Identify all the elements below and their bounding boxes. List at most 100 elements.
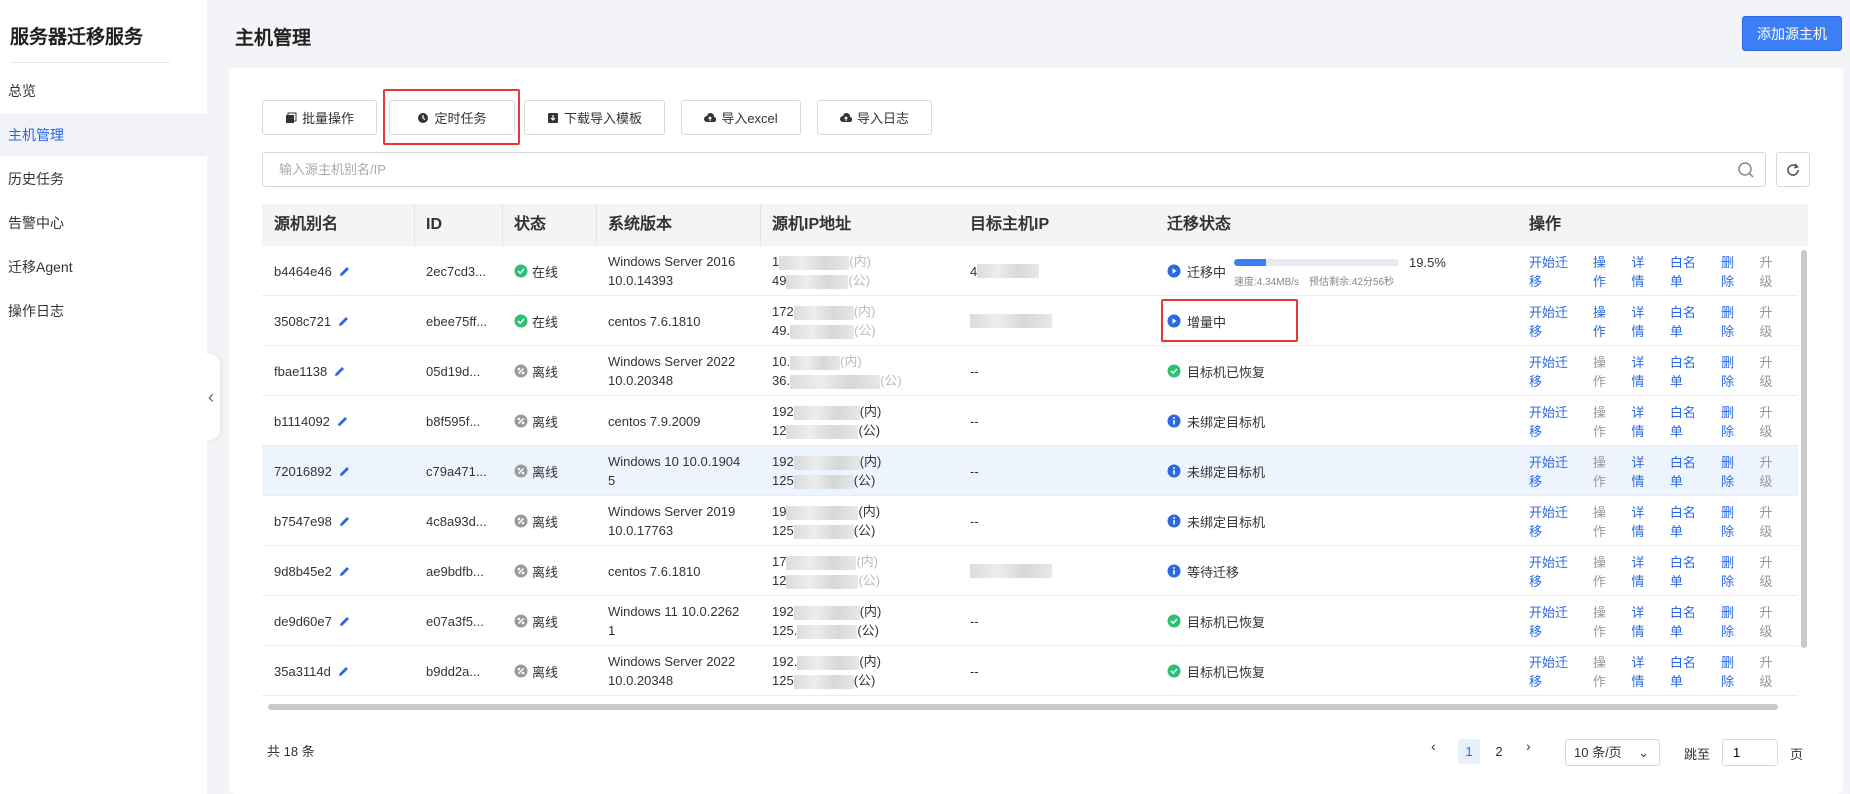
private-ip-suffix: (内)	[859, 654, 881, 669]
details-link[interactable]: 详情	[1631, 552, 1656, 590]
whitelist-link[interactable]: 白名单	[1670, 252, 1708, 290]
delete-link[interactable]: 删除	[1721, 352, 1746, 390]
upgrade-link[interactable]: 升级	[1760, 452, 1785, 490]
edit-icon[interactable]	[338, 615, 351, 628]
operation-link[interactable]: 操作	[1593, 552, 1618, 590]
details-link[interactable]: 详情	[1631, 602, 1656, 640]
target-ip: --	[970, 363, 979, 379]
sidebar-item-migration-agent[interactable]: 迁移Agent	[0, 246, 207, 288]
prev-page-button[interactable]: ‹	[1431, 738, 1436, 754]
upgrade-link[interactable]: 升级	[1760, 252, 1785, 290]
status-cell: 离线	[514, 446, 558, 496]
delete-link[interactable]: 删除	[1721, 252, 1746, 290]
details-link[interactable]: 详情	[1631, 302, 1656, 340]
edit-icon[interactable]	[333, 365, 346, 378]
jump-page-input[interactable]	[1722, 739, 1778, 766]
delete-link[interactable]: 删除	[1721, 652, 1746, 690]
whitelist-link[interactable]: 白名单	[1670, 552, 1708, 590]
page-size-select[interactable]: 10 条/页 ⌄	[1565, 739, 1660, 766]
details-link[interactable]: 详情	[1631, 352, 1656, 390]
add-source-host-button[interactable]: 添加源主机	[1742, 16, 1842, 51]
offline-link-icon	[514, 564, 528, 578]
delete-link[interactable]: 删除	[1721, 302, 1746, 340]
progress-percent: 19.5%	[1409, 254, 1446, 270]
delete-link[interactable]: 删除	[1721, 402, 1746, 440]
edit-icon[interactable]	[336, 415, 349, 428]
os-cell: Windows Server 2022 10.0.20348	[608, 346, 735, 396]
operation-link[interactable]: 操作	[1593, 602, 1618, 640]
sidebar-collapse-button[interactable]: ‹	[202, 354, 220, 440]
details-link[interactable]: 详情	[1631, 402, 1656, 440]
delete-link[interactable]: 删除	[1721, 452, 1746, 490]
whitelist-link[interactable]: 白名单	[1670, 452, 1708, 490]
host-alias: b4464e46	[274, 263, 332, 279]
upgrade-link[interactable]: 升级	[1760, 552, 1785, 590]
upgrade-link[interactable]: 升级	[1760, 402, 1785, 440]
delete-link[interactable]: 删除	[1721, 502, 1746, 540]
delete-link[interactable]: 删除	[1721, 602, 1746, 640]
upgrade-link[interactable]: 升级	[1760, 502, 1785, 540]
start-migration-link[interactable]: 开始迁移	[1529, 402, 1580, 440]
sidebar: 服务器迁移服务 总览 主机管理 历史任务 告警中心 迁移Agent 操作日志	[0, 0, 207, 794]
table-row: b7547e98 4c8a93d... 离线 Windows Server 20…	[262, 496, 1798, 546]
download-template-button[interactable]: 下载导入模板	[524, 100, 665, 135]
sidebar-item-history-tasks[interactable]: 历史任务	[0, 158, 207, 200]
vertical-scrollbar[interactable]	[1801, 250, 1807, 648]
batch-operation-button[interactable]: 批量操作	[262, 100, 377, 135]
host-id: c79a471...	[426, 463, 487, 479]
horizontal-scrollbar[interactable]	[268, 704, 1778, 710]
scheduled-task-button[interactable]: 定时任务	[389, 100, 515, 135]
details-link[interactable]: 详情	[1631, 452, 1656, 490]
delete-link[interactable]: 删除	[1721, 552, 1746, 590]
whitelist-link[interactable]: 白名单	[1670, 652, 1708, 690]
sidebar-item-host-management[interactable]: 主机管理	[0, 114, 207, 156]
operation-link[interactable]: 操作	[1593, 352, 1618, 390]
refresh-button[interactable]	[1776, 152, 1810, 187]
operation-link[interactable]: 操作	[1593, 302, 1618, 340]
sidebar-item-alert-center[interactable]: 告警中心	[0, 202, 207, 244]
edit-icon[interactable]	[337, 665, 350, 678]
start-migration-link[interactable]: 开始迁移	[1529, 652, 1580, 690]
page-2-button[interactable]: 2	[1488, 739, 1510, 764]
whitelist-link[interactable]: 白名单	[1670, 602, 1708, 640]
details-link[interactable]: 详情	[1631, 252, 1656, 290]
upgrade-link[interactable]: 升级	[1760, 602, 1785, 640]
operation-link[interactable]: 操作	[1593, 402, 1618, 440]
details-link[interactable]: 详情	[1631, 502, 1656, 540]
start-migration-link[interactable]: 开始迁移	[1529, 602, 1580, 640]
edit-icon[interactable]	[338, 265, 351, 278]
whitelist-link[interactable]: 白名单	[1670, 302, 1708, 340]
start-migration-link[interactable]: 开始迁移	[1529, 502, 1580, 540]
upgrade-link[interactable]: 升级	[1760, 352, 1785, 390]
sidebar-item-operation-log[interactable]: 操作日志	[0, 290, 207, 332]
edit-icon[interactable]	[338, 515, 351, 528]
whitelist-link[interactable]: 白名单	[1670, 502, 1708, 540]
operation-link[interactable]: 操作	[1593, 452, 1618, 490]
edit-icon[interactable]	[338, 465, 351, 478]
page-1-button[interactable]: 1	[1458, 739, 1480, 764]
operation-link[interactable]: 操作	[1593, 252, 1618, 290]
details-link[interactable]: 详情	[1631, 652, 1656, 690]
next-page-button[interactable]: ›	[1526, 738, 1531, 754]
edit-icon[interactable]	[338, 565, 351, 578]
import-excel-button[interactable]: 导入excel	[681, 100, 801, 135]
check-circle-icon	[1167, 664, 1181, 678]
upgrade-link[interactable]: 升级	[1760, 302, 1785, 340]
start-migration-link[interactable]: 开始迁移	[1529, 252, 1580, 290]
sidebar-item-overview[interactable]: 总览	[0, 70, 207, 112]
start-migration-link[interactable]: 开始迁移	[1529, 552, 1580, 590]
search-input[interactable]	[263, 153, 1703, 186]
start-migration-link[interactable]: 开始迁移	[1529, 302, 1580, 340]
search-icon[interactable]	[1737, 161, 1755, 179]
private-ip: 192 (内)	[772, 402, 881, 421]
start-migration-link[interactable]: 开始迁移	[1529, 352, 1580, 390]
operation-link[interactable]: 操作	[1593, 502, 1618, 540]
upgrade-link[interactable]: 升级	[1760, 652, 1785, 690]
import-log-button[interactable]: 导入日志	[817, 100, 932, 135]
start-migration-link[interactable]: 开始迁移	[1529, 452, 1580, 490]
offline-link-icon	[514, 614, 528, 628]
whitelist-link[interactable]: 白名单	[1670, 402, 1708, 440]
whitelist-link[interactable]: 白名单	[1670, 352, 1708, 390]
edit-icon[interactable]	[337, 315, 350, 328]
operation-link[interactable]: 操作	[1593, 652, 1618, 690]
